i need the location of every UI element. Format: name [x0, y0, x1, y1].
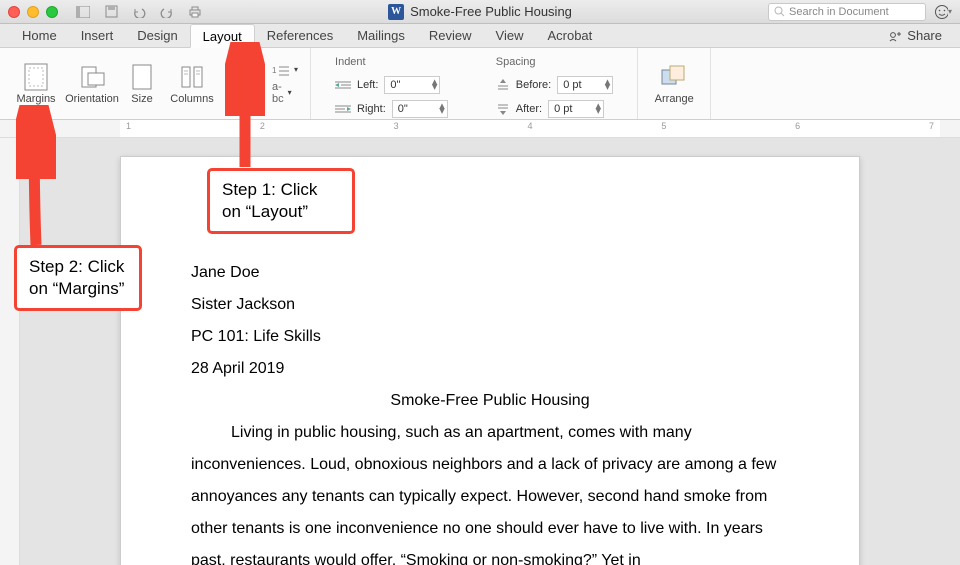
- spacing-before-icon: [496, 79, 510, 91]
- tab-view[interactable]: View: [484, 24, 536, 47]
- share-label: Share: [907, 28, 942, 43]
- indent-right-input[interactable]: 0"▴▾: [392, 100, 448, 118]
- save-button[interactable]: [100, 3, 122, 21]
- zoom-window-button[interactable]: [46, 6, 58, 18]
- orientation-button[interactable]: Orientation: [64, 52, 120, 115]
- margins-label: Margins: [16, 93, 55, 105]
- tab-review[interactable]: Review: [417, 24, 484, 47]
- tab-mailings[interactable]: Mailings: [345, 24, 417, 47]
- undo-button[interactable]: [128, 3, 150, 21]
- quick-access-toolbar: [72, 3, 206, 21]
- document-canvas[interactable]: Jane Doe Sister Jackson PC 101: Life Ski…: [0, 138, 960, 565]
- document-title: Smoke-Free Public Housing: [410, 4, 572, 19]
- spacing-after-icon: [496, 103, 510, 115]
- indent-right-icon: [335, 104, 351, 114]
- search-icon: [774, 6, 785, 17]
- orientation-icon: [78, 63, 106, 91]
- annotation-arrow-step2: [16, 105, 56, 250]
- stepper-icon: ▴▾: [432, 80, 438, 90]
- share-button[interactable]: Share: [880, 24, 950, 47]
- tab-design[interactable]: Design: [125, 24, 189, 47]
- spacing-group-label: Spacing: [496, 56, 613, 70]
- columns-label: Columns: [170, 93, 213, 105]
- tab-insert[interactable]: Insert: [69, 24, 126, 47]
- spacing-before-input[interactable]: 0 pt▴▾: [557, 76, 613, 94]
- size-button[interactable]: Size: [120, 52, 164, 115]
- hyphenation-button[interactable]: a-bc▾: [272, 81, 298, 105]
- indent-right-label: Right:: [357, 103, 386, 115]
- annotation-step2: Step 2: Click on “Margins”: [14, 245, 142, 311]
- orientation-label: Orientation: [65, 93, 119, 105]
- line-numbers-button[interactable]: 1▾: [272, 63, 298, 77]
- arrange-button[interactable]: Arrange: [646, 52, 702, 115]
- doc-instructor: Sister Jackson: [191, 289, 789, 321]
- redo-button[interactable]: [156, 3, 178, 21]
- indent-group-label: Indent: [335, 56, 448, 70]
- ribbon-tabs: Home Insert Design Layout References Mai…: [0, 24, 960, 48]
- minimize-window-button[interactable]: [27, 6, 39, 18]
- indent-left-icon: [335, 80, 351, 90]
- annotation-arrow-step1: [225, 42, 265, 172]
- annotation-step1: Step 1: Click on “Layout”: [207, 168, 355, 234]
- feedback-button[interactable]: ▾: [934, 3, 952, 21]
- search-input[interactable]: Search in Document: [768, 3, 926, 21]
- titlebar: W Smoke-Free Public Housing Search in Do…: [0, 0, 960, 24]
- word-app-icon: W: [388, 4, 404, 20]
- size-icon: [128, 63, 156, 91]
- doc-author: Jane Doe: [191, 257, 789, 289]
- close-window-button[interactable]: [8, 6, 20, 18]
- stepper-icon: ▴▾: [596, 104, 602, 114]
- spacing-after-label: After:: [516, 103, 542, 115]
- spacing-before-label: Before:: [516, 79, 551, 91]
- arrange-group: Arrange: [638, 48, 711, 119]
- stepper-icon: ▴▾: [439, 104, 445, 114]
- indent-left-label: Left:: [357, 79, 378, 91]
- arrange-label: Arrange: [655, 93, 694, 105]
- toggle-sidebar-button[interactable]: [72, 3, 94, 21]
- search-placeholder: Search in Document: [789, 6, 889, 18]
- print-button[interactable]: [184, 3, 206, 21]
- svg-text:1: 1: [272, 66, 277, 75]
- tab-references[interactable]: References: [255, 24, 345, 47]
- doc-date: 28 April 2019: [191, 353, 789, 385]
- arrange-icon: [660, 63, 688, 91]
- margins-icon: [22, 63, 50, 91]
- doc-title: Smoke-Free Public Housing: [191, 385, 789, 417]
- tab-acrobat[interactable]: Acrobat: [535, 24, 604, 47]
- doc-body: Living in public housing, such as an apa…: [191, 417, 789, 565]
- ribbon: Margins Orientation Size Columns Breaks …: [0, 48, 960, 120]
- stepper-icon: ▴▾: [605, 80, 611, 90]
- share-icon: [888, 30, 902, 42]
- paragraph-group: Indent Left: 0"▴▾ Right: 0"▴▾ Spacing Be…: [311, 48, 638, 119]
- doc-course: PC 101: Life Skills: [191, 321, 789, 353]
- columns-button[interactable]: Columns: [164, 52, 220, 115]
- horizontal-ruler[interactable]: 1 2 3 4 5 6 7: [0, 120, 960, 138]
- size-label: Size: [131, 93, 152, 105]
- columns-icon: [178, 63, 206, 91]
- tab-home[interactable]: Home: [10, 24, 69, 47]
- window-controls: [8, 6, 58, 18]
- spacing-after-input[interactable]: 0 pt▴▾: [548, 100, 604, 118]
- indent-left-input[interactable]: 0"▴▾: [384, 76, 440, 94]
